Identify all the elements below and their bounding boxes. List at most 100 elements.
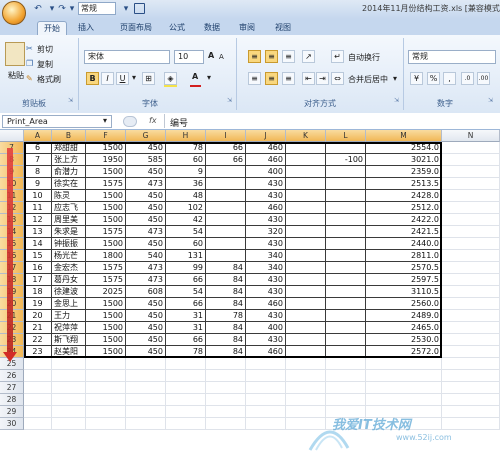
paste-button[interactable]: 粘贴 [8, 70, 24, 81]
align-left-icon[interactable]: ≡ [248, 72, 261, 85]
cell-j[interactable]: 460 [246, 346, 286, 358]
cell-empty[interactable] [52, 358, 86, 370]
cell-m[interactable]: 2554.0 [366, 142, 442, 154]
cell-empty[interactable] [326, 358, 366, 370]
cell-n[interactable] [442, 262, 500, 274]
cell-i[interactable] [206, 178, 246, 190]
cell-f[interactable]: 1800 [86, 250, 126, 262]
cell-k[interactable] [286, 310, 326, 322]
cell-m[interactable]: 2428.0 [366, 190, 442, 202]
cell-l[interactable] [326, 238, 366, 250]
cell-a[interactable]: 14 [24, 238, 52, 250]
column-header-g[interactable]: G [126, 130, 166, 142]
cell-f[interactable]: 1500 [86, 190, 126, 202]
format-painter-button[interactable]: 格式刷 [37, 74, 61, 85]
cell-g[interactable]: 450 [126, 322, 166, 334]
cell-m[interactable]: 2422.0 [366, 214, 442, 226]
cell-i[interactable]: 66 [206, 154, 246, 166]
cell-g[interactable]: 450 [126, 166, 166, 178]
cell-k[interactable] [286, 166, 326, 178]
cell-l[interactable] [326, 346, 366, 358]
copy-icon[interactable]: ❐ [26, 59, 33, 68]
cell-j[interactable]: 430 [246, 274, 286, 286]
cell-i[interactable] [206, 190, 246, 202]
cell-empty[interactable] [206, 370, 246, 382]
cell-b[interactable]: 陈灵 [52, 190, 86, 202]
cell-h[interactable]: 54 [166, 286, 206, 298]
increase-font-icon[interactable]: A [208, 51, 214, 60]
cell-l[interactable] [326, 142, 366, 154]
cell-l[interactable] [326, 190, 366, 202]
cell-m[interactable]: 3021.0 [366, 154, 442, 166]
row-header[interactable]: 28 [0, 394, 24, 406]
cell-j[interactable]: 430 [246, 190, 286, 202]
cell-n[interactable] [442, 346, 500, 358]
cell-h[interactable]: 66 [166, 298, 206, 310]
formula-input[interactable]: 编号 [170, 116, 188, 129]
cell-f[interactable]: 1500 [86, 166, 126, 178]
cell-j[interactable]: 460 [246, 154, 286, 166]
cell-g[interactable]: 585 [126, 154, 166, 166]
cell-g[interactable]: 450 [126, 238, 166, 250]
cell-j[interactable]: 460 [246, 202, 286, 214]
merge-center-button[interactable]: 合并后居中 [348, 74, 388, 85]
cell-empty[interactable] [246, 382, 286, 394]
cell-g[interactable]: 450 [126, 334, 166, 346]
cell-empty[interactable] [126, 370, 166, 382]
cell-empty[interactable] [326, 394, 366, 406]
cell-a[interactable]: 12 [24, 214, 52, 226]
cell-n[interactable] [442, 250, 500, 262]
cell-empty[interactable] [166, 394, 206, 406]
cell-h[interactable]: 102 [166, 202, 206, 214]
cell-b[interactable]: 周里美 [52, 214, 86, 226]
cell-l[interactable] [326, 262, 366, 274]
cell-l[interactable]: -100 [326, 154, 366, 166]
cell-empty[interactable] [86, 406, 126, 418]
cell-m[interactable]: 2530.0 [366, 334, 442, 346]
cell-n[interactable] [442, 190, 500, 202]
cell-empty[interactable] [126, 418, 166, 430]
cell-h[interactable]: 31 [166, 322, 206, 334]
cell-l[interactable] [326, 178, 366, 190]
cell-b[interactable]: 赵美阳 [52, 346, 86, 358]
cell-f[interactable]: 1500 [86, 202, 126, 214]
cell-g[interactable]: 450 [126, 142, 166, 154]
column-header-h[interactable]: H [166, 130, 206, 142]
cell-empty[interactable] [86, 394, 126, 406]
redo-dropdown-icon[interactable]: ▾ [66, 3, 78, 15]
cell-b[interactable]: 金思上 [52, 298, 86, 310]
save-icon[interactable] [134, 3, 145, 14]
cell-empty[interactable] [442, 394, 500, 406]
cell-n[interactable] [442, 214, 500, 226]
cell-l[interactable] [326, 214, 366, 226]
cell-m[interactable]: 2513.5 [366, 178, 442, 190]
comma-style-button[interactable]: , [443, 72, 456, 85]
cell-h[interactable]: 9 [166, 166, 206, 178]
align-center-icon[interactable]: ≡ [265, 72, 278, 85]
tab-home[interactable]: 开始 [37, 21, 67, 35]
select-all-corner[interactable] [0, 130, 24, 142]
cell-l[interactable] [326, 322, 366, 334]
undo-icon[interactable]: ↶ [32, 3, 44, 15]
cell-empty[interactable] [442, 382, 500, 394]
cell-empty[interactable] [24, 406, 52, 418]
increase-decimal-button[interactable]: .0 [461, 72, 474, 85]
cell-empty[interactable] [286, 382, 326, 394]
cell-n[interactable] [442, 202, 500, 214]
cell-n[interactable] [442, 286, 500, 298]
cell-empty[interactable] [246, 358, 286, 370]
cell-j[interactable]: 460 [246, 298, 286, 310]
cell-k[interactable] [286, 178, 326, 190]
clipboard-launcher-icon[interactable]: ⇲ [68, 97, 73, 104]
cell-b[interactable]: 钟振振 [52, 238, 86, 250]
name-box-dropdown-icon[interactable]: ▾ [103, 116, 107, 125]
cell-l[interactable] [326, 310, 366, 322]
cell-b[interactable]: 王力 [52, 310, 86, 322]
cut-button[interactable]: 剪切 [37, 44, 53, 55]
cell-i[interactable]: 66 [206, 142, 246, 154]
cell-m[interactable]: 2570.5 [366, 262, 442, 274]
merge-dropdown-icon[interactable]: ▾ [393, 74, 397, 83]
cell-g[interactable]: 450 [126, 346, 166, 358]
column-header-l[interactable]: L [326, 130, 366, 142]
cell-f[interactable]: 1500 [86, 214, 126, 226]
